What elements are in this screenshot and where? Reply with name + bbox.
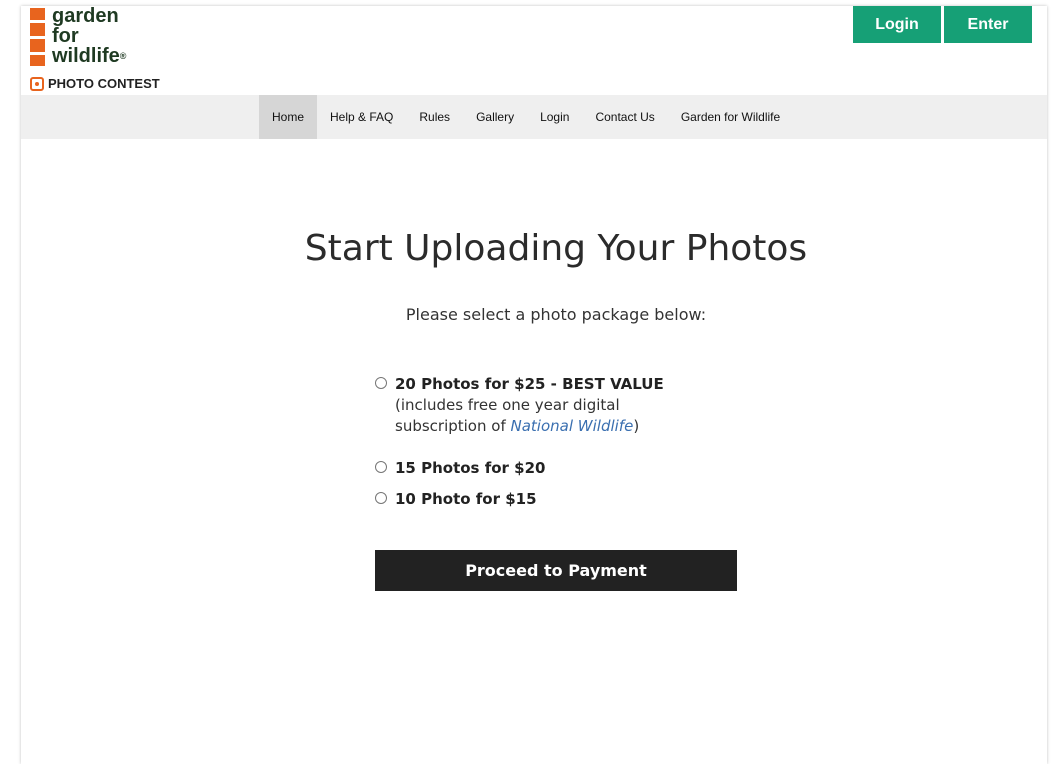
national-wildlife-link[interactable]: National Wildlife: [511, 417, 634, 435]
login-button[interactable]: Login: [853, 6, 941, 43]
nav-item-garden-for-wildlife[interactable]: Garden for Wildlife: [668, 95, 793, 139]
page-title: Start Uploading Your Photos: [304, 228, 808, 269]
nwf-logo-bar: [30, 8, 45, 66]
package-label-10: 10 Photo for $15: [395, 490, 537, 508]
photo-contest-label: PHOTO CONTEST: [30, 76, 160, 91]
page: garden for wildlife® PHOTO CONTEST Login…: [21, 6, 1047, 764]
nav-item-rules[interactable]: Rules: [406, 95, 463, 139]
package-label-20: 20 Photos for $25 - BEST VALUE: [395, 375, 664, 393]
logo-text-for: for: [52, 25, 79, 47]
package-radio-20[interactable]: [375, 377, 387, 389]
nav-item-help-faq[interactable]: Help & FAQ: [317, 95, 406, 139]
package-option-20[interactable]: 20 Photos for $25 - BEST VALUE (includes…: [375, 374, 695, 458]
logo-text-garden: garden: [52, 5, 119, 27]
package-radio-15[interactable]: [375, 461, 387, 473]
main-nav: Home Help & FAQ Rules Gallery Login Cont…: [21, 95, 1047, 139]
package-option-15[interactable]: 15 Photos for $20: [375, 458, 695, 489]
package-label-15: 15 Photos for $20: [395, 459, 546, 477]
nav-item-home[interactable]: Home: [259, 95, 318, 139]
nav-item-login[interactable]: Login: [527, 95, 582, 139]
garden-for-wildlife-logo[interactable]: garden for wildlife® PHOTO CONTEST: [30, 6, 190, 98]
package-option-10[interactable]: 10 Photo for $15: [375, 489, 695, 510]
photo-contest-text: PHOTO CONTEST: [48, 76, 160, 91]
page-subtitle: Please select a photo package below:: [405, 305, 707, 324]
enter-button[interactable]: Enter: [944, 6, 1032, 43]
camera-icon: [30, 76, 44, 91]
package-desc-suffix: ): [633, 417, 640, 435]
nav-item-contact-us[interactable]: Contact Us: [582, 95, 667, 139]
package-options: 20 Photos for $25 - BEST VALUE (includes…: [375, 374, 695, 510]
package-radio-10[interactable]: [375, 492, 387, 504]
proceed-to-payment-button[interactable]: Proceed to Payment: [375, 550, 737, 591]
logo-text-wildlife: wildlife: [52, 45, 120, 67]
registered-mark: ®: [119, 51, 127, 61]
nav-item-gallery[interactable]: Gallery: [463, 95, 527, 139]
